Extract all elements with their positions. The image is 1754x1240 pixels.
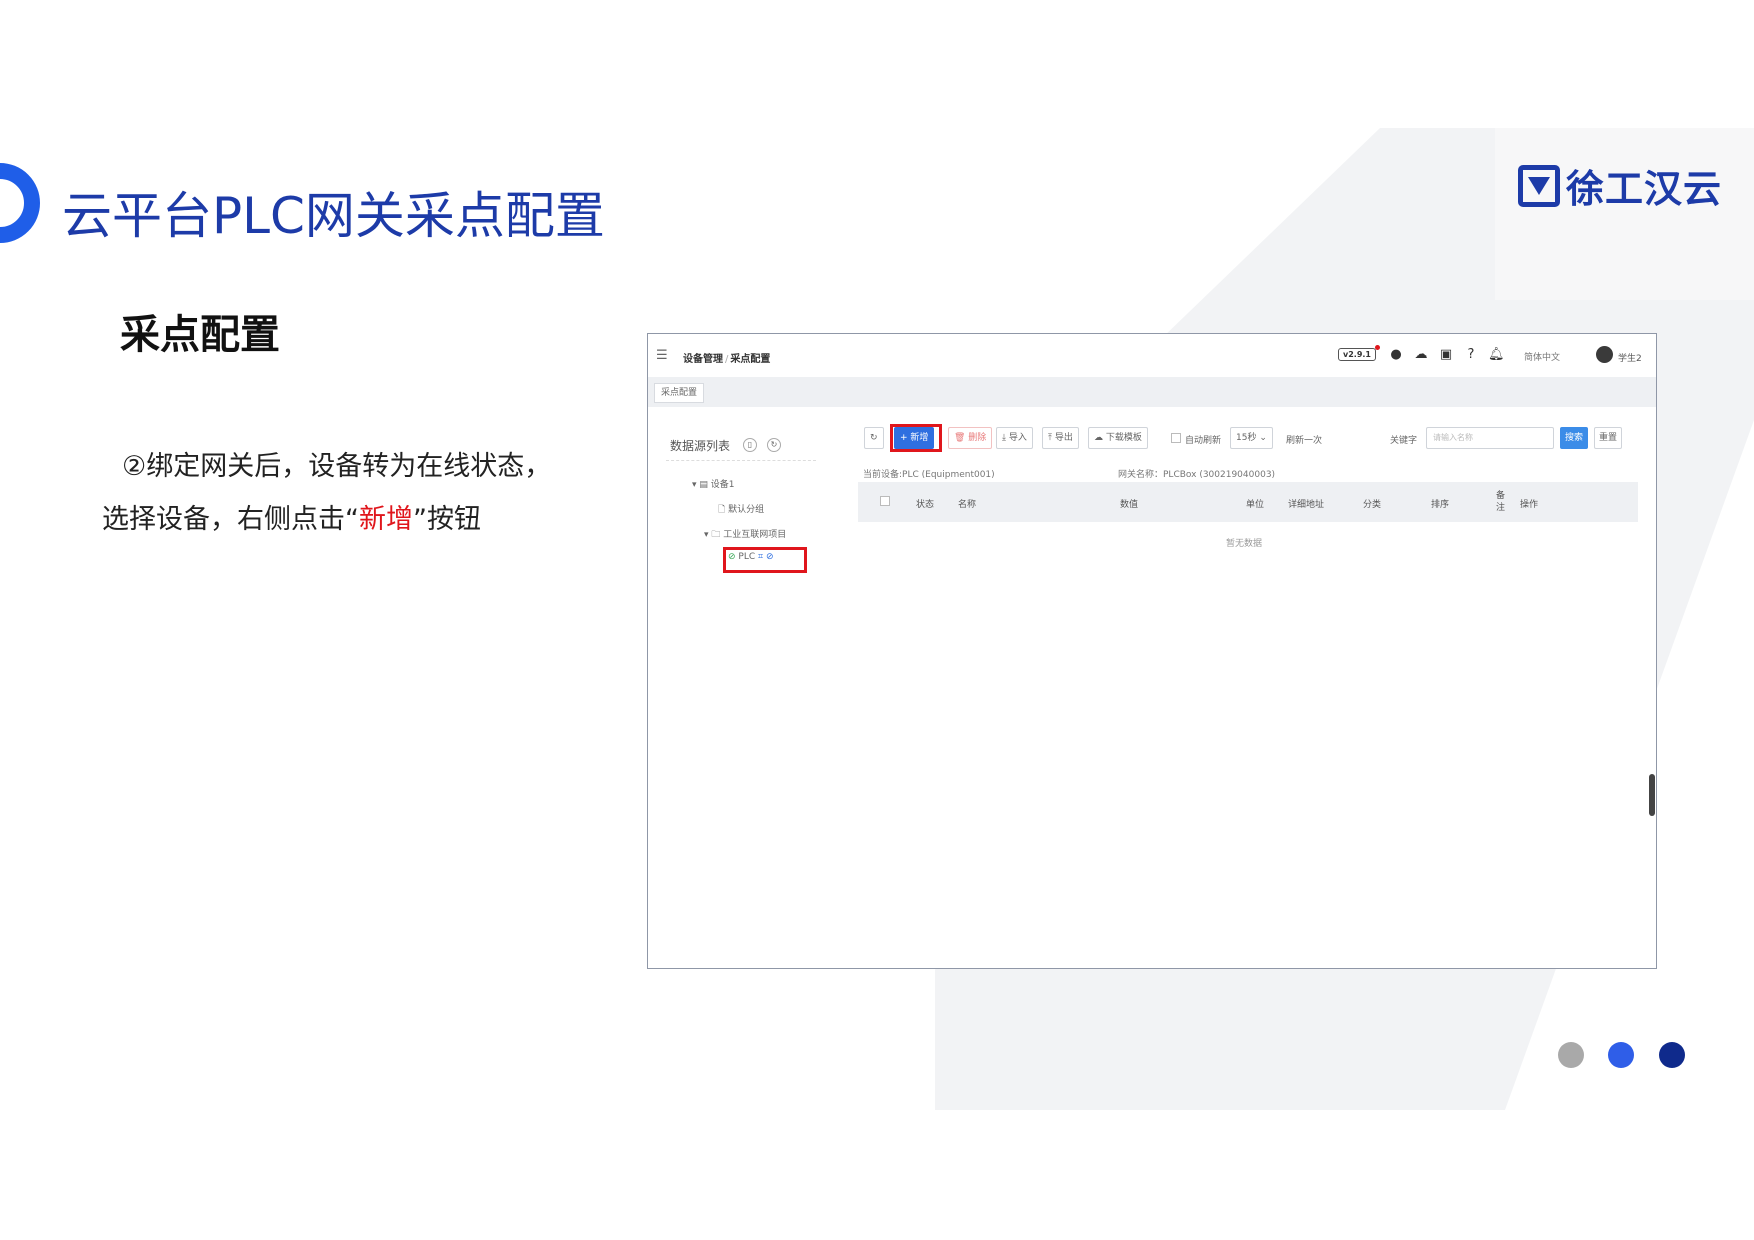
scrollbar-handle[interactable] [1649,774,1655,816]
column-address: 详细地址 [1288,500,1325,510]
breadcrumb-parent[interactable]: 设备管理 [683,354,723,365]
column-action: 操作 [1520,500,1539,510]
logo-text: 徐工汉云 [1566,167,1723,211]
breadcrumb: 设备管理 / 采点配置 [683,350,770,365]
carousel-dot-2[interactable] [1608,1042,1634,1068]
tree-node-default-group-label: 默认分组 [728,505,765,515]
export-button-label: 导出 [1054,433,1073,443]
column-status: 状态 [916,500,935,510]
table-header: 状态 名称 数值 单位 详细地址 分类 排序 备注 操作 [858,482,1638,522]
data-source-list-title: 数据源列表 [670,439,731,453]
version-notify-dot [1375,345,1380,350]
import-button[interactable]: ⤓ 导入 [996,427,1033,449]
plc-highlight-box [723,547,807,573]
tree-node-default-group[interactable]: 🗋︎ 默认分组 [718,502,764,518]
column-remark: 备注 [1496,491,1506,513]
menu-icon[interactable]: ☰ [656,348,668,363]
export-button[interactable]: ⤒ 导出 [1042,427,1079,449]
tree-node-project[interactable]: ▾ 🗀︎ 工业互联网项目 [704,527,786,543]
brand-logo: 徐工汉云 [1518,158,1722,213]
language-select[interactable]: 简体中文 [1524,350,1560,363]
interval-value: 15秒 [1236,433,1257,443]
copy-icon[interactable]: ▯ [743,438,757,452]
version-badge[interactable]: v2.9.1 [1338,348,1376,361]
select-all-checkbox[interactable] [880,496,890,506]
auto-refresh-checkbox[interactable] [1171,433,1181,443]
download-template-label: 下载模板 [1105,433,1142,443]
instruction-part-2: ”按钮 [413,504,481,535]
column-value: 数值 [1120,500,1139,510]
interval-select[interactable]: 15秒 ⌄ [1230,427,1273,449]
tab-point-config[interactable]: 采点配置 [654,383,705,403]
fullscreen-icon[interactable]: ▣ [1438,347,1454,363]
app-screenshot: ☰ 设备管理 / 采点配置 v2.9.1 ● ☁ ▣ ? 🔔︎ 简体中文 学生2 采… [647,333,1657,969]
bell-icon[interactable]: 🔔︎ [1488,347,1505,363]
divider [666,460,816,461]
column-unit: 单位 [1246,500,1265,510]
theme-icon[interactable]: ● [1388,347,1404,363]
delete-button-label: 删除 [968,433,987,443]
column-sort: 排序 [1431,500,1450,510]
add-highlight-box [890,424,942,452]
tree-node-device[interactable]: ▾ ▤ 设备1 [692,477,734,490]
import-button-label: 导入 [1008,433,1027,443]
keyword-input[interactable]: 请输入名称 [1426,427,1554,449]
column-category: 分类 [1363,500,1382,510]
section-heading: 采点配置 [120,312,280,358]
avatar[interactable] [1596,346,1613,363]
keyword-label: 关键字 [1390,436,1418,446]
refresh-tree-icon[interactable]: ↻ [767,438,781,452]
cloud-icon[interactable]: ☁ [1413,347,1429,363]
breadcrumb-current: 采点配置 [730,354,771,365]
instruction-highlight: 新增 [359,504,413,535]
carousel-dot-3[interactable] [1659,1042,1685,1068]
delete-button[interactable]: 🗑︎ 删除 [948,427,993,449]
reset-button[interactable]: 重置 [1594,427,1622,449]
instruction-part-1: ②绑定网关后，设备转为在线状态，选择设备，右侧点击“ [102,451,552,535]
tab-strip: 采点配置 [648,377,1656,407]
app-topbar: ☰ 设备管理 / 采点配置 v2.9.1 ● ☁ ▣ ? 🔔︎ 简体中文 学生2 [648,334,1656,377]
help-icon[interactable]: ? [1463,347,1479,363]
empty-state-text: 暂无数据 [1226,539,1263,549]
logo-icon [1518,164,1560,207]
current-device-info: 当前设备:PLC (Equipment001) [863,470,995,480]
column-name: 名称 [958,500,977,510]
tree-node-device-label: 设备1 [710,480,735,490]
auto-refresh-label: 自动刷新 [1185,436,1222,446]
username[interactable]: 学生2 [1618,351,1642,364]
slide-title: 云平台PLC网关采点配置 [62,187,605,245]
gateway-name-info: 网关名称：PLCBox (300219040003) [1118,470,1276,480]
refresh-button[interactable]: ↻ [864,427,884,449]
download-template-button[interactable]: ☁ 下载模板 [1088,427,1148,449]
search-button[interactable]: 搜索 [1560,427,1588,449]
refresh-once-link[interactable]: 刷新一次 [1286,433,1322,446]
instruction-text: ②绑定网关后，设备转为在线状态，选择设备，右侧点击“新增”按钮 [102,440,552,546]
carousel-dot-1[interactable] [1558,1042,1584,1068]
tree-node-project-label: 工业互联网项目 [723,530,787,540]
